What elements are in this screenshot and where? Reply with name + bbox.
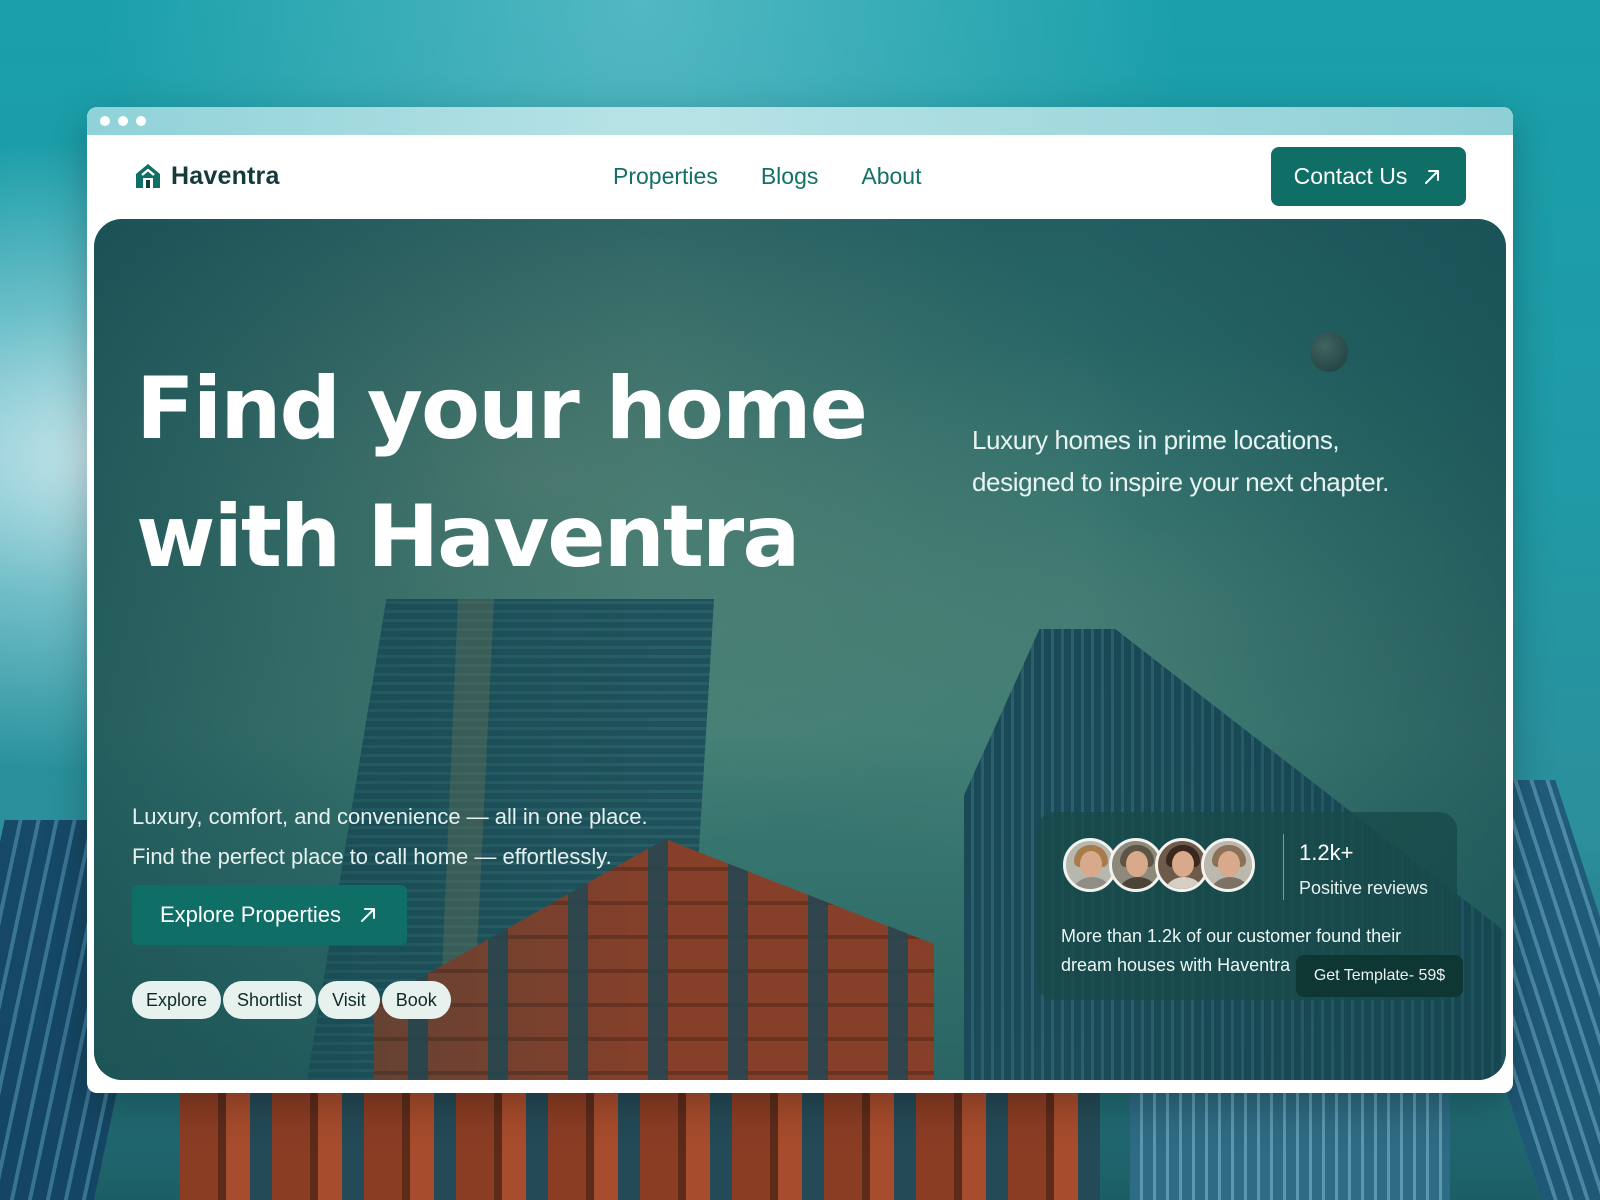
chip-book[interactable]: Book — [381, 981, 451, 1019]
hero-description: Luxury homes in prime locations, designe… — [972, 419, 1442, 503]
hero-description-line-1: Luxury homes in prime locations, — [972, 425, 1340, 455]
arrow-up-right-icon — [360, 908, 375, 922]
arrow-up-right-icon — [1425, 169, 1440, 184]
main-nav: Properties Blogs About — [613, 163, 921, 190]
window-dot-icon[interactable] — [136, 116, 146, 126]
hero-title-line-2: with Haventra — [136, 487, 800, 587]
step-chips: Explore Shortlist Visit Book — [132, 981, 451, 1019]
hero-subtitle-line-2: Find the perfect place to call home — ef… — [132, 844, 612, 869]
nav-link-properties[interactable]: Properties — [613, 163, 718, 190]
brand-name: Haventra — [171, 161, 280, 190]
nav-link-about[interactable]: About — [861, 163, 921, 190]
window-dot-icon[interactable] — [100, 116, 110, 126]
hero-description-line-2: designed to inspire your next chapter. — [972, 467, 1389, 497]
hero-subtitle-line-1: Luxury, comfort, and convenience — all i… — [132, 804, 648, 829]
contact-us-label: Contact Us — [1293, 163, 1408, 189]
window-dot-icon[interactable] — [118, 116, 128, 126]
chip-visit[interactable]: Visit — [318, 981, 380, 1019]
card-divider — [1283, 834, 1284, 900]
hero-subtitle: Luxury, comfort, and convenience — all i… — [132, 797, 752, 877]
chip-shortlist[interactable]: Shortlist — [223, 981, 317, 1019]
get-template-badge[interactable]: Get Template- 59$ — [1296, 955, 1463, 997]
customer-avatar — [1201, 838, 1255, 892]
explore-properties-button[interactable]: Explore Properties — [132, 885, 407, 945]
window-titlebar — [87, 107, 1513, 135]
chip-explore[interactable]: Explore — [132, 981, 222, 1019]
contact-us-button[interactable]: Contact Us — [1271, 147, 1466, 206]
hero-title-line-1: Find your home — [136, 359, 868, 459]
nav-link-blogs[interactable]: Blogs — [761, 163, 819, 190]
review-label: Positive reviews — [1299, 878, 1429, 898]
brand-logo[interactable]: Haventra — [133, 161, 280, 191]
browser-window: Haventra Properties Blogs About Contact … — [87, 107, 1513, 1093]
hero-title: Find your home with Haventra — [136, 345, 936, 601]
top-navbar: Haventra Properties Blogs About Contact … — [87, 135, 1513, 219]
house-logo-icon — [136, 164, 160, 188]
background-brick-building — [180, 1080, 1100, 1200]
hero-section: Find your home with Haventra Luxury home… — [94, 219, 1506, 1080]
review-count: 1.2k+ — [1299, 840, 1354, 865]
background-glass-building — [1130, 1080, 1450, 1200]
customer-avatars — [1063, 838, 1255, 892]
explore-properties-label: Explore Properties — [160, 902, 341, 927]
